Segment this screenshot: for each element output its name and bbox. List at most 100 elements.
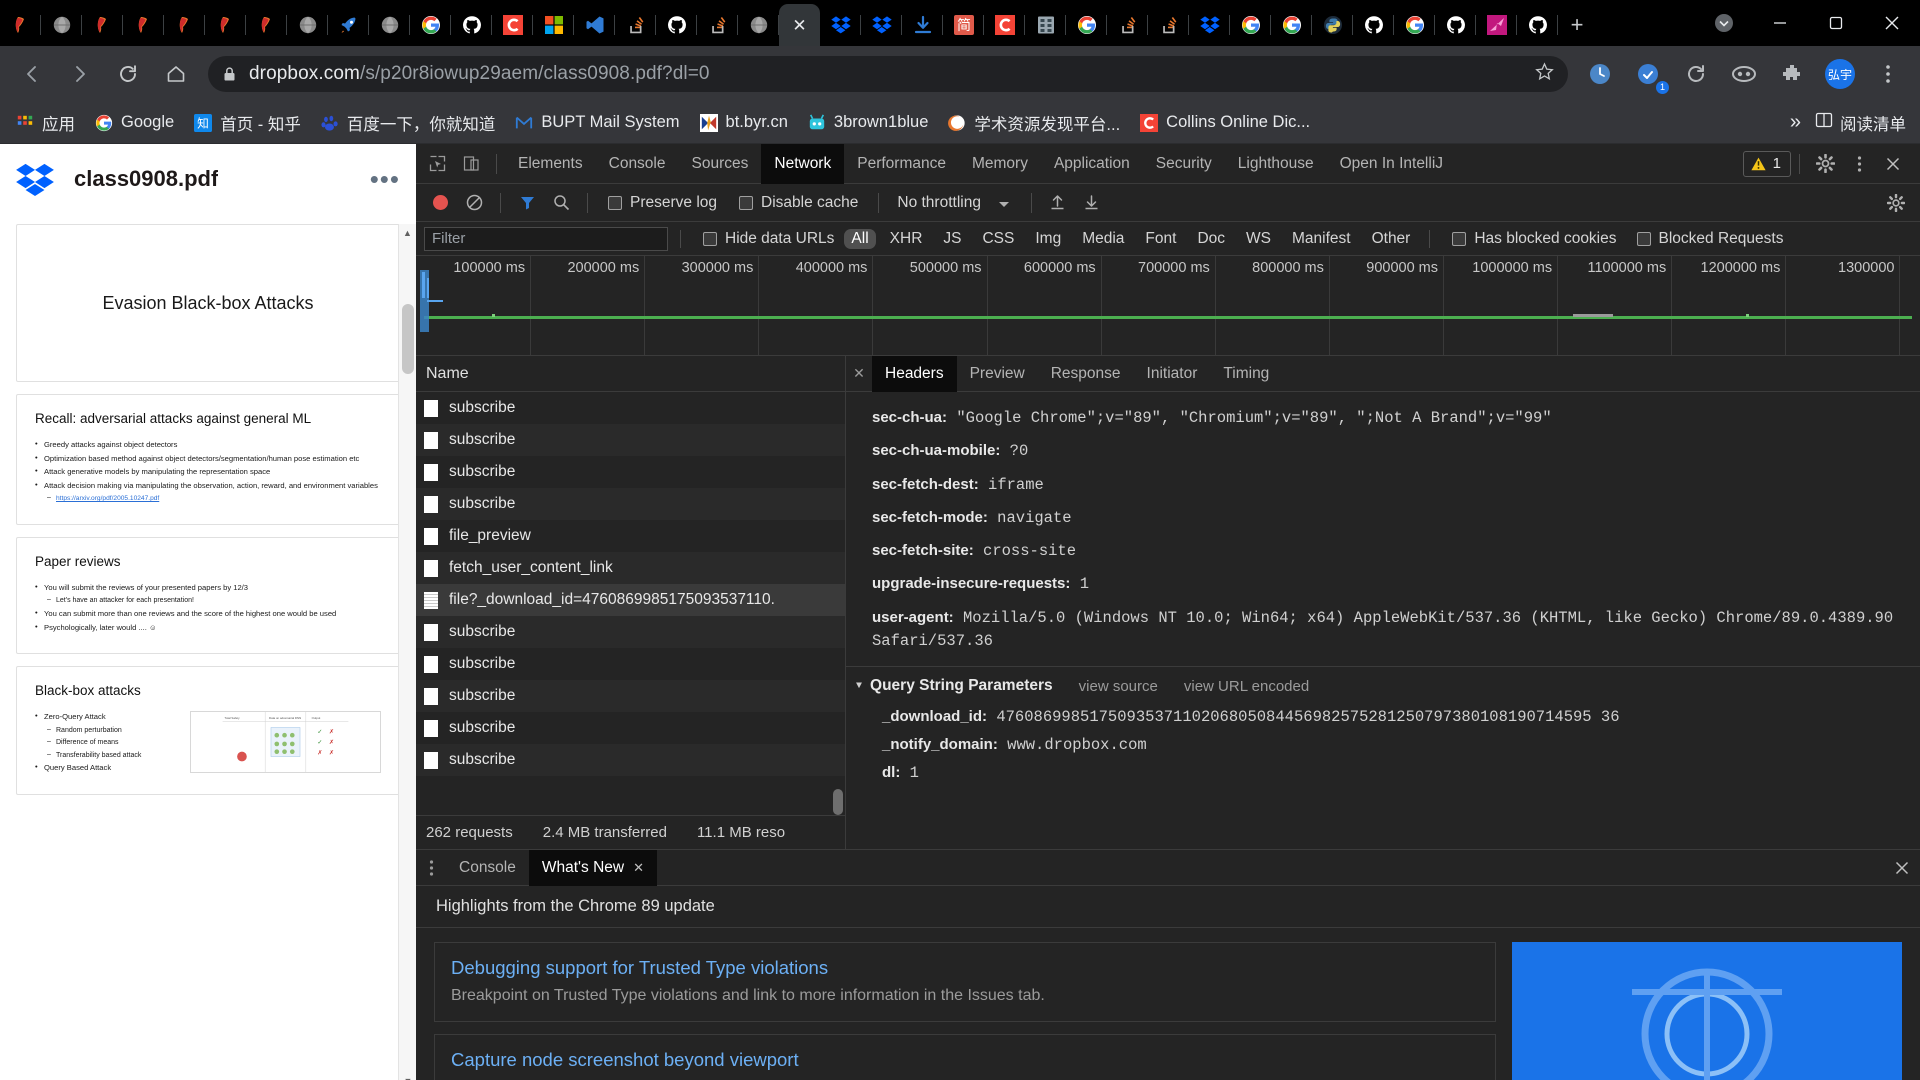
devtools-tab-open-in-intellij[interactable]: Open In IntelliJ xyxy=(1327,144,1456,184)
view-url-encoded-link[interactable]: view URL encoded xyxy=(1184,678,1309,695)
window-close-button[interactable] xyxy=(1864,0,1920,46)
drawer-tab-console[interactable]: Console xyxy=(446,850,529,886)
bookmark-item[interactable]: bt.byr.cn xyxy=(692,108,796,138)
back-button[interactable] xyxy=(13,55,51,93)
slide-link-item[interactable]: https://arxiv.org/pdf/2005.10247.pdf xyxy=(47,492,381,505)
devtools-tab-application[interactable]: Application xyxy=(1041,144,1143,184)
browser-tab[interactable] xyxy=(656,4,697,46)
filter-type-font[interactable]: Font xyxy=(1138,229,1183,249)
filter-type-all[interactable]: All xyxy=(844,228,876,249)
devtools-tab-elements[interactable]: Elements xyxy=(505,144,596,184)
history-extension-icon[interactable] xyxy=(1581,55,1619,93)
pdf-scroll-down-button[interactable]: ▼ xyxy=(399,1072,416,1080)
requests-list[interactable]: subscribe subscribe subscribe subscribe file… xyxy=(416,392,845,815)
device-toolbar-button[interactable] xyxy=(454,147,488,181)
bookmark-item[interactable]: 3brown1blue xyxy=(800,108,937,138)
profile-avatar[interactable]: 弘宇 xyxy=(1821,55,1859,93)
whats-new-card[interactable]: Debugging support for Trusted Type viola… xyxy=(434,942,1496,1022)
browser-tab[interactable] xyxy=(82,4,123,46)
collapse-triangle-icon[interactable]: ▼ xyxy=(856,681,862,692)
bookmark-item[interactable]: 百度一下，你就知道 xyxy=(313,108,504,138)
browser-tab[interactable] xyxy=(205,4,246,46)
extension-with-badge-icon[interactable]: 1 xyxy=(1629,55,1669,94)
devtools-tab-memory[interactable]: Memory xyxy=(959,144,1041,184)
browser-tab[interactable] xyxy=(1353,4,1394,46)
request-row[interactable]: subscribe xyxy=(416,392,845,424)
browser-tab[interactable] xyxy=(1435,4,1476,46)
browser-tab[interactable] xyxy=(697,4,738,46)
export-har-button[interactable] xyxy=(1076,188,1108,218)
request-row[interactable]: subscribe xyxy=(416,680,845,712)
network-overview-timeline[interactable]: 100000 ms 200000 ms 300000 ms 400000 ms 5000… xyxy=(416,256,1920,356)
inspect-element-button[interactable] xyxy=(420,147,454,181)
browser-tab[interactable] xyxy=(246,4,287,46)
request-row[interactable]: file_preview xyxy=(416,520,845,552)
browser-tab[interactable] xyxy=(1394,4,1435,46)
browser-tab[interactable] xyxy=(1517,4,1558,46)
whats-new-card-title[interactable]: Capture node screenshot beyond viewport xyxy=(451,1049,1479,1071)
request-row[interactable]: subscribe xyxy=(416,616,845,648)
filter-input[interactable]: Filter xyxy=(424,226,668,251)
devtools-tab-security[interactable]: Security xyxy=(1143,144,1225,184)
browser-tab[interactable] xyxy=(1476,4,1517,46)
bookmark-star-icon[interactable] xyxy=(1525,62,1554,86)
browser-tab[interactable] xyxy=(328,4,369,46)
filter-type-js[interactable]: JS xyxy=(936,229,968,249)
filter-type-doc[interactable]: Doc xyxy=(1190,229,1232,249)
request-row[interactable]: subscribe xyxy=(416,744,845,776)
pdf-more-menu-button[interactable]: ••• xyxy=(370,166,400,192)
bookmark-item[interactable]: Google xyxy=(87,108,182,138)
browser-tab[interactable] xyxy=(820,4,861,46)
browser-tab[interactable] xyxy=(738,4,779,46)
whats-new-body[interactable]: Debugging support for Trusted Type viola… xyxy=(416,928,1920,1080)
browser-tab[interactable] xyxy=(451,4,492,46)
browser-tab[interactable] xyxy=(1271,4,1312,46)
devtools-more-button[interactable] xyxy=(1842,147,1876,181)
browser-tab[interactable]: ✕ xyxy=(779,4,820,46)
whats-new-card[interactable]: Capture node screenshot beyond viewport xyxy=(434,1034,1496,1080)
browser-tab[interactable] xyxy=(0,4,41,46)
browser-tab[interactable] xyxy=(287,4,328,46)
browser-tab[interactable] xyxy=(492,4,533,46)
devtools-close-button[interactable] xyxy=(1876,147,1910,181)
forward-button[interactable] xyxy=(61,55,99,93)
sync-extension-icon[interactable] xyxy=(1677,55,1715,93)
browser-tab[interactable] xyxy=(533,4,574,46)
devtools-settings-button[interactable] xyxy=(1808,147,1842,181)
whats-new-card-title[interactable]: Debugging support for Trusted Type viola… xyxy=(451,957,1479,979)
pdf-scroll-area[interactable]: Evasion Black-box Attacks Recall: advers… xyxy=(0,224,416,1080)
filter-toggle-button[interactable] xyxy=(511,188,543,218)
filter-type-manifest[interactable]: Manifest xyxy=(1285,229,1358,249)
filter-type-media[interactable]: Media xyxy=(1075,229,1131,249)
browser-tab[interactable] xyxy=(369,4,410,46)
requests-scrollbar-thumb[interactable] xyxy=(833,789,843,815)
browser-tab[interactable] xyxy=(1148,4,1189,46)
request-row[interactable]: subscribe xyxy=(416,456,845,488)
browser-tab[interactable] xyxy=(1066,4,1107,46)
pdf-scrollbar-thumb[interactable] xyxy=(402,304,414,374)
devtools-tab-sources[interactable]: Sources xyxy=(679,144,762,184)
filter-type-ws[interactable]: WS xyxy=(1239,229,1278,249)
drawer-tab-what-s-new[interactable]: What's New ✕ xyxy=(528,849,657,886)
drawer-more-button[interactable] xyxy=(416,859,446,877)
detail-tab-headers[interactable]: Headers xyxy=(872,355,957,392)
browser-tab[interactable] xyxy=(41,4,82,46)
new-tab-button[interactable]: + xyxy=(1558,4,1596,46)
bookmark-item[interactable]: 知首页 - 知乎 xyxy=(186,108,309,138)
import-har-button[interactable] xyxy=(1042,188,1074,218)
devtools-tab-performance[interactable]: Performance xyxy=(844,144,959,184)
record-button[interactable] xyxy=(424,188,456,218)
bookmark-item[interactable]: BUPT Mail System xyxy=(507,108,687,138)
drawer-close-button[interactable] xyxy=(1884,860,1920,876)
detail-tab-response[interactable]: Response xyxy=(1038,356,1134,392)
browser-tab[interactable] xyxy=(410,4,451,46)
clear-requests-button[interactable] xyxy=(458,188,490,218)
home-button[interactable] xyxy=(157,55,195,93)
browser-tab[interactable] xyxy=(1230,4,1271,46)
warning-badge[interactable]: 1 xyxy=(1742,150,1791,177)
chrome-menu-button[interactable] xyxy=(1869,55,1907,93)
detail-tab-timing[interactable]: Timing xyxy=(1210,356,1282,392)
browser-tab[interactable] xyxy=(861,4,902,46)
browser-tab[interactable] xyxy=(123,4,164,46)
bookmark-item[interactable]: 学术资源发现平台... xyxy=(940,108,1128,138)
